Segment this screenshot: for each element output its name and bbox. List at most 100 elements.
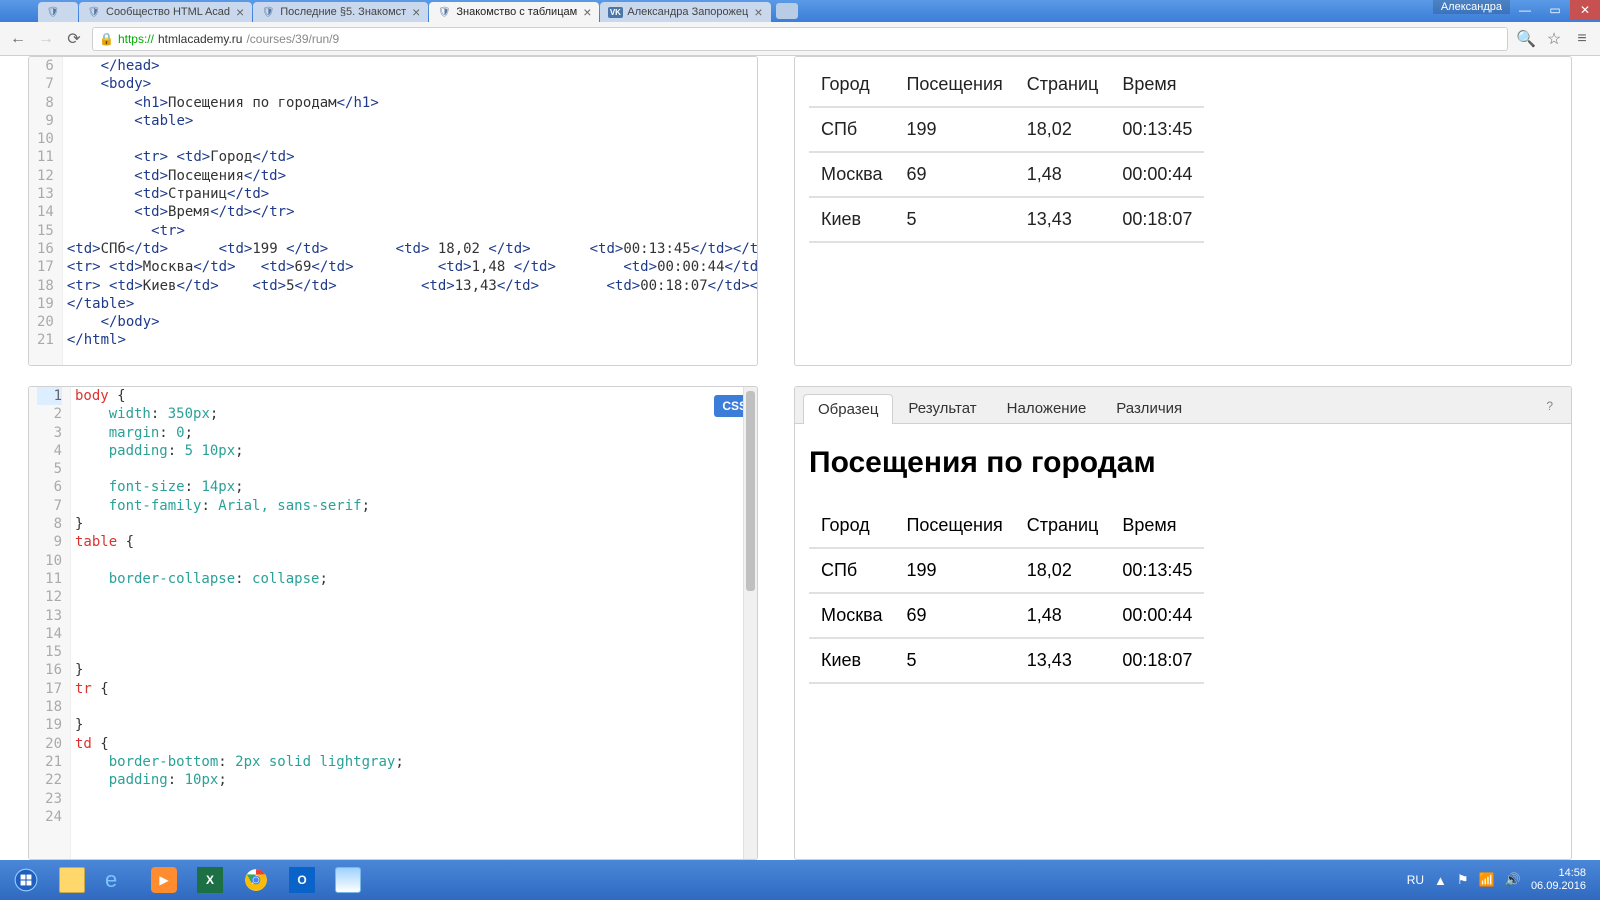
html-editor-code[interactable]: </head> <body> <h1>Посещения по городам<… [63, 57, 758, 365]
browser-tabstrip: 🛡🛡Сообщество HTML Acad×🛡Последние §5. Зн… [0, 0, 772, 22]
table-cell: 1,48 [1015, 152, 1111, 197]
volume-icon[interactable]: 🔊 [1505, 872, 1521, 888]
sample-heading: Посещения по городам [809, 446, 1557, 480]
result-table: ГородПосещенияСтраницВремяСПб19918,0200:… [809, 63, 1204, 243]
zoom-icon[interactable]: 🔍 [1516, 29, 1536, 49]
html-editor-gutter: 6789101112131415161718192021 [29, 57, 63, 365]
preview-help-button[interactable]: ? [1536, 393, 1563, 423]
lock-icon: 🔒 [99, 32, 114, 46]
table-cell: 00:00:44 [1110, 593, 1204, 638]
back-button[interactable]: ← [8, 29, 28, 49]
explorer-icon[interactable] [50, 863, 94, 897]
table-row: Москва691,4800:00:44 [809, 593, 1204, 638]
tab-close-icon[interactable]: × [236, 7, 244, 17]
preview-tab[interactable]: Наложение [992, 393, 1102, 423]
browser-tab[interactable]: VKАлександра Запорожец× [600, 2, 770, 22]
outlook-icon[interactable]: O [280, 863, 324, 897]
table-row: Киев513,4300:18:07 [809, 638, 1204, 683]
css-editor[interactable]: CSS 123456789101112131415161718192021222… [28, 386, 758, 860]
table-header-cell: Город [809, 504, 894, 548]
url-host: htmlacademy.ru [158, 32, 242, 46]
sample-table: ГородПосещенияСтраницВремяСПб19918,0200:… [809, 504, 1204, 684]
table-cell: 13,43 [1015, 197, 1111, 242]
browser-tab[interactable]: 🛡 Знакомство с таблицам × [429, 2, 599, 22]
table-cell: 00:18:07 [1110, 197, 1204, 242]
forward-button[interactable]: → [36, 29, 56, 49]
table-header-cell: Время [1110, 63, 1204, 107]
result-preview: ГородПосещенияСтраницВремяСПб19918,0200:… [794, 56, 1572, 366]
browser-tab[interactable]: 🛡 Последние §5. Знакомст × [253, 2, 428, 22]
css-editor-scrollbar[interactable] [743, 387, 757, 859]
html-editor[interactable]: 6789101112131415161718192021 </head> <bo… [28, 56, 758, 366]
css-editor-code[interactable]: body { width: 350px; margin: 0; padding:… [71, 387, 743, 859]
table-cell: Киев [809, 197, 894, 242]
table-cell: Москва [809, 593, 894, 638]
table-cell: 00:13:45 [1110, 548, 1204, 593]
menu-icon[interactable]: ≡ [1572, 29, 1592, 49]
tray-lang[interactable]: RU [1407, 873, 1424, 887]
window-minimize-button[interactable]: — [1510, 0, 1540, 20]
tab-title: Знакомство с таблицам [456, 6, 577, 18]
bookmark-star-icon[interactable]: ☆ [1544, 29, 1564, 49]
address-bar[interactable]: 🔒 https:// htmlacademy.ru/courses/39/run/… [92, 27, 1508, 51]
table-header-cell: Город [809, 63, 894, 107]
sample-content: Посещения по городам ГородПосещенияСтран… [795, 424, 1571, 696]
tab-favicon: 🛡 [87, 5, 101, 19]
browser-toolbar: ← → ⟳ 🔒 https:// htmlacademy.ru/courses/3… [0, 22, 1600, 56]
media-player-icon[interactable]: ▶ [142, 863, 186, 897]
chrome-icon[interactable] [234, 863, 278, 897]
table-row: СПб19918,0200:13:45 [809, 107, 1204, 152]
table-row: Москва691,4800:00:44 [809, 152, 1204, 197]
tab-title: Последние §5. Знакомст [280, 6, 406, 18]
ie-icon[interactable]: e [96, 863, 140, 897]
sample-tabbar: ОбразецРезультатНаложениеРазличия? [795, 387, 1571, 424]
table-cell: СПб [809, 107, 894, 152]
table-cell: 5 [894, 638, 1014, 683]
browser-tab[interactable]: 🛡 [38, 2, 78, 22]
preview-tab[interactable]: Образец [803, 394, 893, 424]
tab-close-icon[interactable]: × [412, 7, 420, 17]
start-button[interactable] [4, 863, 48, 897]
preview-tab[interactable]: Различия [1101, 393, 1197, 423]
preview-tab[interactable]: Результат [893, 393, 991, 423]
table-cell: 69 [894, 152, 1014, 197]
table-header-cell: Страниц [1015, 63, 1111, 107]
window-controls: — ▭ ✕ [1510, 0, 1600, 22]
window-titlebar: 🛡🛡Сообщество HTML Acad×🛡Последние §5. Зн… [0, 0, 1600, 22]
sample-panel: ОбразецРезультатНаложениеРазличия? Посещ… [794, 386, 1572, 860]
table-cell: 13,43 [1015, 638, 1111, 683]
table-cell: 199 [894, 107, 1014, 152]
windows-taskbar: e ▶ X O RU ▲ ⚑ 📶 🔊 14:58 06.09.2016 [0, 860, 1600, 900]
tab-favicon: 🛡 [261, 5, 275, 19]
tab-close-icon[interactable]: × [754, 7, 762, 17]
table-header-cell: Посещения [894, 63, 1014, 107]
table-cell: 5 [894, 197, 1014, 242]
table-cell: 1,48 [1015, 593, 1111, 638]
window-maximize-button[interactable]: ▭ [1540, 0, 1570, 20]
tab-close-icon[interactable]: × [583, 7, 591, 17]
url-path: /courses/39/run/9 [246, 32, 339, 46]
table-cell: 00:18:07 [1110, 638, 1204, 683]
page-content: 6789101112131415161718192021 </head> <bo… [0, 56, 1600, 860]
show-hidden-icons[interactable]: ▲ [1434, 873, 1447, 888]
system-tray: RU ▲ ⚑ 📶 🔊 14:58 06.09.2016 [1407, 867, 1596, 893]
excel-icon[interactable]: X [188, 863, 232, 897]
table-cell: 18,02 [1015, 548, 1111, 593]
tray-clock[interactable]: 14:58 06.09.2016 [1531, 867, 1586, 893]
table-cell: 199 [894, 548, 1014, 593]
window-close-button[interactable]: ✕ [1570, 0, 1600, 20]
action-center-icon[interactable]: ⚑ [1457, 872, 1469, 888]
table-cell: 69 [894, 593, 1014, 638]
browser-tab[interactable]: 🛡Сообщество HTML Acad× [79, 2, 252, 22]
table-header-cell: Посещения [894, 504, 1014, 548]
chrome-profile-badge[interactable]: Александра [1433, 0, 1510, 14]
reload-button[interactable]: ⟳ [64, 29, 84, 49]
photos-icon[interactable] [326, 863, 370, 897]
tab-favicon: VK [608, 5, 622, 19]
new-tab-button[interactable] [776, 3, 798, 19]
tab-favicon: 🛡 [437, 5, 451, 19]
table-header-cell: Страниц [1015, 504, 1111, 548]
table-row: Киев513,4300:18:07 [809, 197, 1204, 242]
url-protocol: https:// [118, 32, 154, 46]
network-icon[interactable]: 📶 [1479, 872, 1495, 888]
